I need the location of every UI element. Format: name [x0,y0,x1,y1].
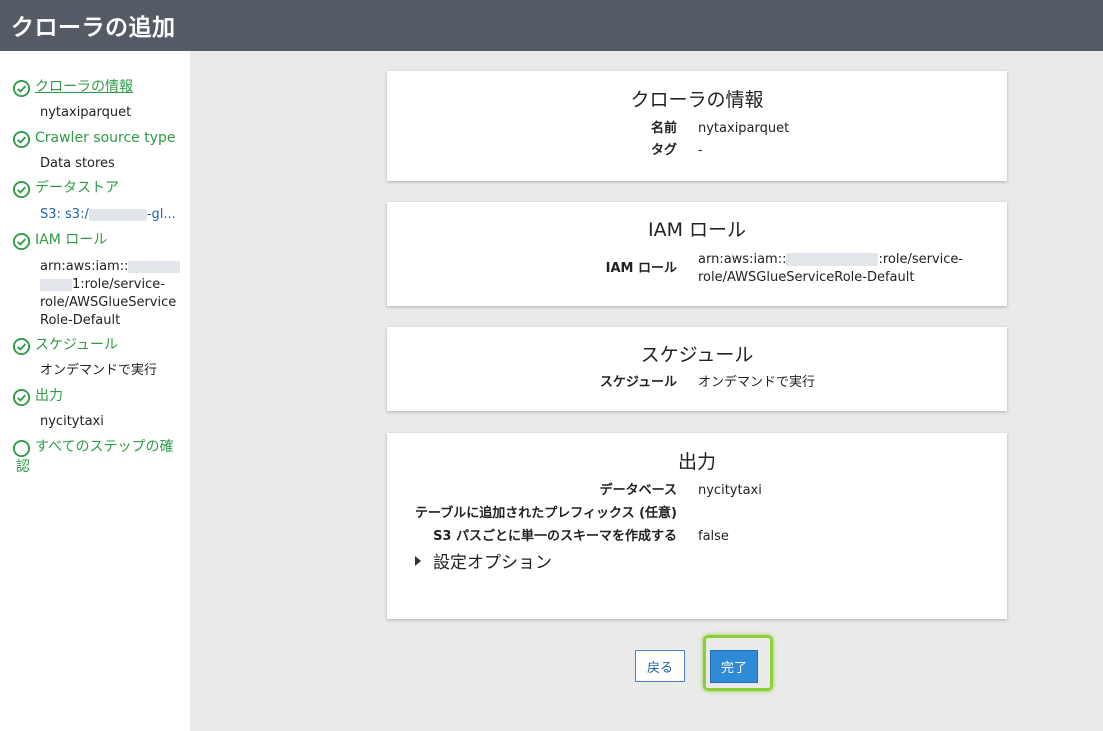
step-title[interactable]: IAM ロール [35,231,107,250]
step-title[interactable]: すべてのステップの確 [35,438,173,457]
s3-path-suffix: -gl... [146,207,176,222]
field-label: S3 パスごとに単一のスキーマを作成する [433,529,677,544]
s3-path-prefix: S3: s3:/ [40,207,89,222]
field-label: テーブルに追加されたプレフィックス (任意) [415,506,677,521]
check-circle-icon [12,232,31,251]
config-options-label: 設定オプション [433,553,552,573]
page-header: クローラの追加 [0,0,1103,51]
iam-arn-line: role/AWSGlueService [40,295,177,310]
finish-button[interactable]: 完了 [710,650,758,683]
config-options-toggle[interactable]: 設定オプション [415,548,552,573]
field-label: タグ [650,143,677,158]
wizard-sidebar: クローラの情報 nytaxiparquet Crawler source typ… [0,51,190,731]
field-value: false [698,529,729,544]
check-circle-icon [12,180,31,199]
step-value: S3: s3:/ -gl... [40,206,188,224]
redacted-block [128,260,181,273]
field-label: データベース [599,483,677,498]
redacted-block [88,208,147,221]
empty-circle-icon [12,439,31,458]
crawler-info-card: クローラの情報 名前 nytaxiparquet タグ - [387,71,1007,181]
iam-arn-line: arn:aws:iam:: [40,259,129,274]
step-title[interactable]: クローラの情報 [35,78,133,97]
check-circle-icon [12,130,31,149]
schedule-card: スケジュール スケジュール オンデマンドで実行 [387,327,1007,411]
step-title[interactable]: データストア [35,179,119,198]
arn-suffix: :role/service- [878,252,964,267]
iam-role-card: IAM ロール IAM ロール arn:aws:iam:::role/servi… [387,202,1007,306]
step-review[interactable]: すべてのステップの確 [12,438,173,458]
iam-arn-line: 1:role/service- [72,277,165,292]
field-value: arn:aws:iam:::role/service- role/AWSGlue… [698,251,988,287]
step-schedule[interactable]: スケジュール [12,336,118,356]
caret-right-icon [415,555,421,566]
check-circle-icon [12,337,31,356]
section-title: スケジュール [640,344,754,366]
field-label: 名前 [650,121,677,136]
field-value: オンデマンドで実行 [698,375,816,390]
check-circle-icon [12,388,31,407]
step-source-type[interactable]: Crawler source type [12,129,176,149]
step-title[interactable]: Crawler source type [35,129,176,148]
step-iam-role[interactable]: IAM ロール [12,231,107,251]
step-title[interactable]: 出力 [35,387,63,406]
check-circle-icon [12,79,31,98]
step-output[interactable]: 出力 [12,387,63,407]
page-title: クローラの追加 [11,15,176,41]
step-title[interactable]: スケジュール [35,336,118,355]
field-value: nycitytaxi [698,483,762,498]
field-value: - [698,143,703,158]
section-title: IAM ロール [647,219,747,241]
redacted-block [40,278,72,291]
field-value: nytaxiparquet [698,121,790,136]
step-value: arn:aws:iam:: 1:role/service- role/AWSGl… [40,258,188,330]
field-label: スケジュール [599,375,677,390]
arn-line2: role/AWSGlueServiceRole-Default [698,270,915,285]
field-label: IAM ロール [605,261,677,276]
redacted-block [786,253,879,266]
step-value: nycitytaxi [40,414,104,429]
arn-prefix: arn:aws:iam:: [698,252,787,267]
back-button[interactable]: 戻る [635,650,685,682]
section-title: 出力 [677,451,716,473]
step-title-continued[interactable]: 認 [16,458,30,477]
iam-arn-line: Role-Default [40,313,121,328]
step-data-store[interactable]: データストア [12,179,119,199]
step-value: オンデマンドで実行 [40,363,158,378]
step-value: Data stores [40,156,115,171]
section-title: クローラの情報 [630,89,764,111]
output-card: 出力 データベース nycitytaxi テーブルに追加されたプレフィックス (… [387,433,1007,619]
step-value: nytaxiparquet [40,105,132,120]
step-crawler-info[interactable]: クローラの情報 [12,78,133,98]
